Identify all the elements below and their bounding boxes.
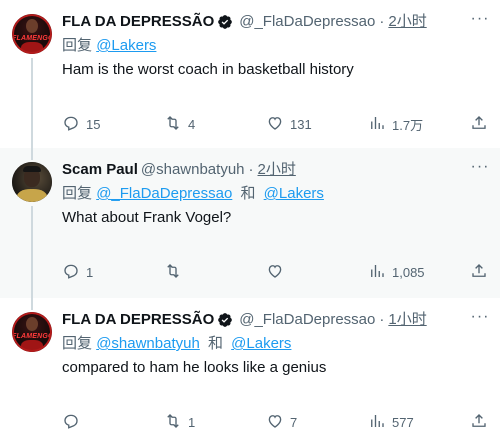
avatar[interactable]: FLAMENGO [12, 14, 52, 54]
mention-link[interactable]: @Lakers [96, 37, 156, 54]
views-icon [368, 262, 386, 283]
timestamp[interactable]: 2小时 [258, 160, 296, 180]
tweet-actions: 15 4 131 1.7万 [62, 114, 488, 135]
more-icon[interactable]: ··· [470, 309, 490, 330]
and-label: 和 [240, 185, 256, 202]
reply-button[interactable]: 15 [62, 114, 120, 135]
tweet-actions: 1 7 577 [62, 412, 488, 433]
user-handle[interactable]: @_FlaDaDepressao [239, 12, 375, 32]
replying-to: 回复 @_FlaDaDepressao 和 @Lakers [62, 184, 488, 204]
tweet-header: FLA DA DEPRESSÃO @_FlaDaDepressao · 2小时 … [62, 11, 490, 32]
reply-button[interactable]: 1 [62, 262, 120, 283]
verified-badge-icon [217, 312, 233, 328]
tweet-text: compared to ham he looks like a genius [62, 359, 327, 376]
reply-label: 回复 [62, 37, 93, 54]
separator-dot: · [248, 161, 254, 178]
like-button[interactable] [266, 262, 324, 283]
like-icon [266, 412, 284, 433]
views-count: 1,085 [392, 265, 425, 280]
retweet-icon [164, 114, 182, 135]
timestamp[interactable]: 1小时 [388, 310, 426, 330]
tweet-3[interactable]: FLAMENGO FLA DA DEPRESSÃO @_FlaDaDepress… [0, 298, 500, 440]
tweet-1[interactable]: FLAMENGO FLA DA DEPRESSÃO @_FlaDaDepress… [0, 0, 500, 148]
views-icon [368, 412, 386, 433]
separator-dot: · [379, 311, 385, 328]
reply-icon [62, 412, 80, 433]
share-button[interactable] [470, 412, 488, 433]
reply-label: 回复 [62, 335, 93, 352]
reply-icon [62, 114, 80, 135]
like-button[interactable]: 7 [266, 412, 324, 433]
and-label: 和 [207, 335, 223, 352]
tweet-content: Scam Paul @shawnbatyuh · 2小时 ··· 回复 @_Fl… [62, 159, 490, 228]
like-icon [266, 262, 284, 283]
more-icon[interactable]: ··· [470, 159, 490, 180]
reply-icon [62, 262, 80, 283]
mention-link[interactable]: @Lakers [264, 185, 324, 202]
retweet-button[interactable]: 1 [164, 412, 222, 433]
mention-link[interactable]: @shawnbatyuh [96, 335, 200, 352]
tweet-text: What about Frank Vogel? [62, 209, 232, 226]
timestamp[interactable]: 2小时 [388, 12, 426, 32]
retweet-count: 1 [188, 415, 196, 430]
reply-thread: FLAMENGO FLA DA DEPRESSÃO @_FlaDaDepress… [0, 0, 500, 440]
retweet-icon [164, 412, 182, 433]
retweet-count: 4 [188, 117, 196, 132]
views-count: 577 [392, 415, 414, 430]
tweet-content: FLA DA DEPRESSÃO @_FlaDaDepressao · 2小时 … [62, 11, 490, 80]
tweet-actions: 1 1,085 [62, 262, 488, 283]
like-button[interactable]: 131 [266, 114, 324, 135]
replying-to: 回复 @shawnbatyuh 和 @Lakers [62, 334, 488, 354]
display-name[interactable]: Scam Paul [62, 160, 138, 180]
retweet-button[interactable]: 4 [164, 114, 222, 135]
avatar[interactable] [12, 162, 52, 202]
user-handle[interactable]: @shawnbatyuh [141, 160, 245, 180]
user-handle[interactable]: @_FlaDaDepressao [239, 310, 375, 330]
thread-connector [31, 206, 33, 298]
display-name[interactable]: FLA DA DEPRESSÃO [62, 310, 214, 330]
share-icon [470, 412, 488, 433]
views-count: 1.7万 [392, 118, 424, 133]
tweet-text: Ham is the worst coach in basketball his… [62, 61, 354, 78]
avatar[interactable]: FLAMENGO [12, 312, 52, 352]
reply-button[interactable] [62, 412, 120, 433]
tweet-header: FLA DA DEPRESSÃO @_FlaDaDepressao · 1小时 … [62, 309, 490, 330]
separator-dot: · [379, 13, 385, 30]
views-icon [368, 114, 386, 135]
more-icon[interactable]: ··· [470, 11, 490, 32]
reply-count: 15 [86, 117, 101, 132]
like-count: 7 [290, 415, 298, 430]
tweet-content: FLA DA DEPRESSÃO @_FlaDaDepressao · 1小时 … [62, 309, 490, 378]
share-icon [470, 114, 488, 135]
thread-connector [31, 58, 33, 148]
tweet-2[interactable]: Scam Paul @shawnbatyuh · 2小时 ··· 回复 @_Fl… [0, 148, 500, 298]
reply-count: 1 [86, 265, 94, 280]
mention-link[interactable]: @Lakers [231, 335, 291, 352]
tweet-header: Scam Paul @shawnbatyuh · 2小时 ··· [62, 159, 490, 180]
share-button[interactable] [470, 114, 488, 135]
verified-badge-icon [217, 14, 233, 30]
share-button[interactable] [470, 262, 488, 283]
retweet-button[interactable] [164, 262, 222, 283]
mention-link[interactable]: @_FlaDaDepressao [96, 185, 232, 202]
retweet-icon [164, 262, 182, 283]
thread-connector [31, 148, 33, 160]
views-button[interactable]: 1,085 [368, 262, 426, 283]
share-icon [470, 262, 488, 283]
like-icon [266, 114, 284, 135]
views-button[interactable]: 577 [368, 412, 426, 433]
replying-to: 回复 @Lakers [62, 36, 488, 56]
like-count: 131 [290, 117, 312, 132]
views-button[interactable]: 1.7万 [368, 114, 426, 135]
reply-label: 回复 [62, 185, 93, 202]
display-name[interactable]: FLA DA DEPRESSÃO [62, 12, 214, 32]
thread-connector [31, 298, 33, 310]
